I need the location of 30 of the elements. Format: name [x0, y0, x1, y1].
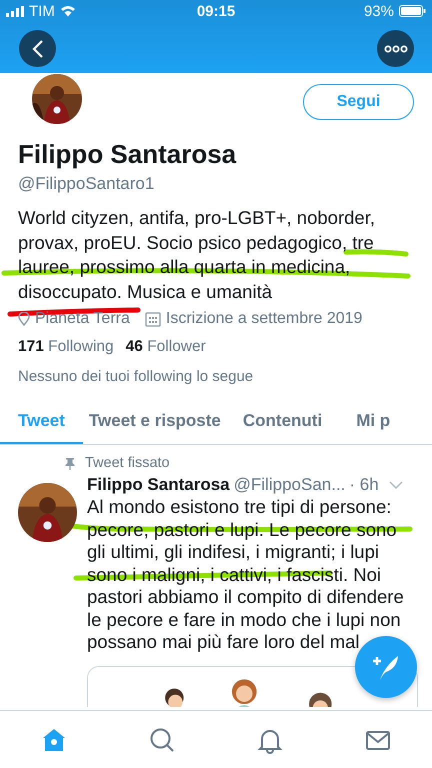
location-pin-icon: [18, 312, 30, 326]
wifi-icon: [60, 5, 76, 17]
battery-icon: [399, 5, 426, 17]
clock-time: 09:15: [196, 2, 236, 20]
battery-percent: 93%: [364, 2, 394, 20]
profile-location: Pianeta Terra: [35, 310, 130, 328]
pinned-label: Tweet fissato: [85, 455, 170, 471]
chevron-left-icon: [32, 38, 44, 58]
search-icon[interactable]: [148, 726, 176, 754]
tweet-time: · 6h: [349, 475, 379, 495]
followed-by-note: Nessuno dei tuoi following lo segue: [18, 368, 254, 385]
signal-icon: [6, 6, 24, 16]
pin-icon: [65, 456, 75, 470]
profile-tab[interactable]: Mi p: [356, 399, 390, 444]
join-date: Iscrizione a settembre 2019: [166, 310, 362, 328]
following-link[interactable]: 171 Following: [18, 338, 114, 356]
tweet-author-handle: @FilippoSan...: [234, 475, 346, 495]
carrier-name: TIM: [29, 2, 55, 20]
profile-tab[interactable]: Contenuti: [242, 399, 322, 444]
back-button[interactable]: [19, 30, 56, 67]
calendar-icon: [144, 312, 161, 326]
more-button[interactable]: [377, 30, 414, 67]
followers-link[interactable]: 46 Follower: [126, 338, 206, 356]
profile-name: Filippo Santarosa: [18, 139, 238, 170]
follow-button[interactable]: Segui: [303, 84, 414, 120]
more-icon: [384, 44, 408, 52]
profile-tab[interactable]: Tweet: [0, 399, 83, 444]
tweet-author-name: Filippo Santarosa: [87, 475, 230, 495]
profile-handle: @FilippoSantaro1: [18, 174, 156, 194]
profile-tab[interactable]: Tweet e risposte: [82, 399, 221, 444]
